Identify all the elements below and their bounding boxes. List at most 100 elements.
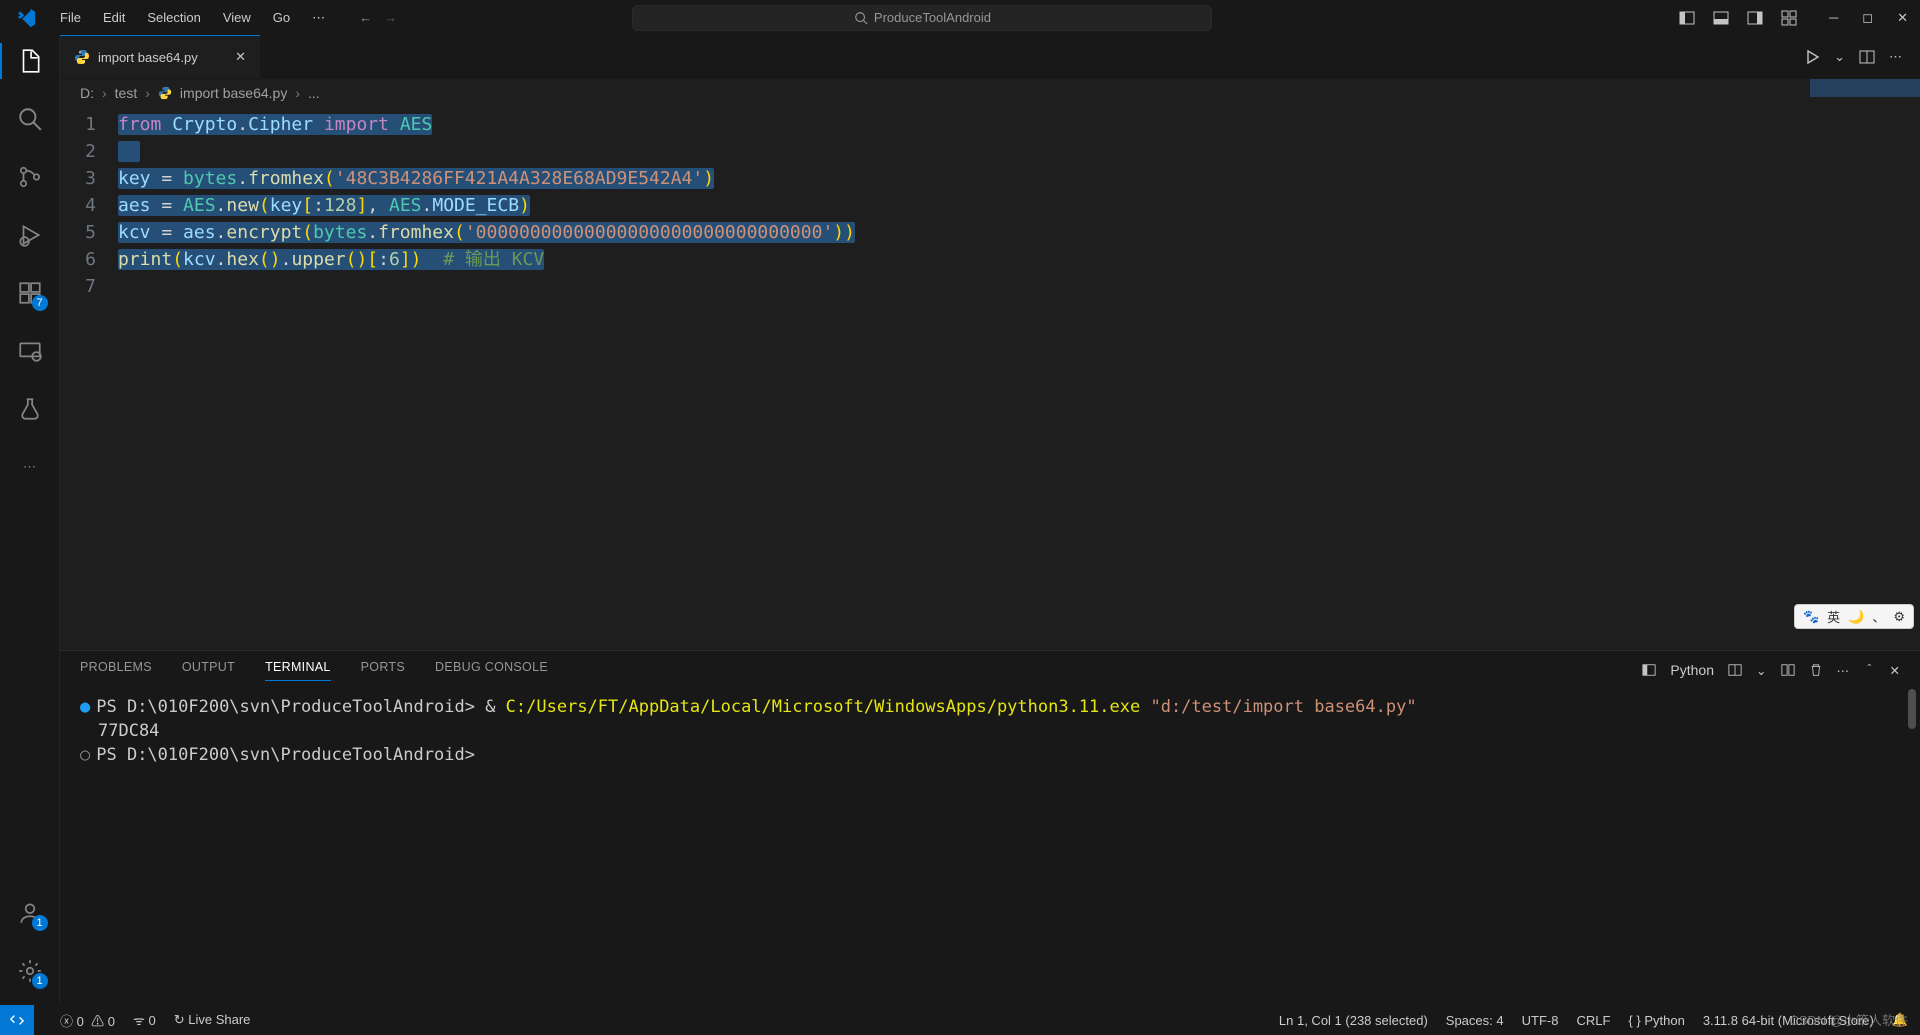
layout-sidebar-right-icon[interactable] [1747,10,1763,26]
activity-testing-icon[interactable] [14,393,46,425]
editor-tab[interactable]: import base64.py ✕ [60,35,260,78]
ime-toolbar[interactable]: 🐾 英 🌙 、 ⚙ [1794,604,1914,629]
error-icon: ⓧ [60,1014,73,1029]
status-eol[interactable]: CRLF [1576,1013,1610,1028]
activity-more-icon[interactable]: ⋯ [14,451,46,483]
terminal-line: ○PS D:\010F200\svn\ProduceToolAndroid> [80,743,1900,767]
panel-close-icon[interactable]: ✕ [1890,663,1900,678]
window-close-icon[interactable]: ✕ [1897,10,1908,26]
activity-explorer-icon[interactable] [14,45,46,77]
panel-tab-debug[interactable]: DEBUG CONSOLE [435,660,548,680]
ime-punct[interactable]: 、 [1872,607,1885,626]
menu-edit[interactable]: Edit [93,6,135,30]
tab-bar: import base64.py ✕ ⌄ ⋯ [60,35,1920,79]
python-file-icon [158,86,172,100]
command-center[interactable]: ProduceToolAndroid [632,5,1212,31]
kill-terminal-icon[interactable] [1809,663,1823,677]
editor-area: import base64.py ✕ ⌄ ⋯ D: › test › impor… [60,35,1920,1005]
panel-more-icon[interactable]: ⋯ [1837,663,1850,678]
ime-moon-icon[interactable]: 🌙 [1848,609,1864,625]
activity-extensions-icon[interactable]: 7 [14,277,46,309]
status-cursor[interactable]: Ln 1, Col 1 (238 selected) [1279,1013,1428,1028]
remote-indicator[interactable] [0,1005,34,1035]
accounts-badge: 1 [32,915,48,931]
layout-panel-icon[interactable] [1713,10,1729,26]
command-center-text: ProduceToolAndroid [874,10,991,25]
warning-icon: ⚠ [91,1014,104,1029]
activity-accounts-icon[interactable]: 1 [14,897,46,929]
customize-layout-icon[interactable] [1781,10,1797,26]
status-notifications-icon[interactable]: 🔔 [1892,1012,1908,1028]
titlebar-right: ─ ◻ ✕ [1679,10,1912,26]
new-terminal-icon[interactable] [1728,663,1742,677]
activity-debug-icon[interactable] [14,219,46,251]
menu-view[interactable]: View [213,6,261,30]
layout-sidebar-left-icon[interactable] [1679,10,1695,26]
panel-maximize-icon[interactable]: ＾ [1863,661,1876,680]
window-minimize-icon[interactable]: ─ [1829,10,1838,25]
bc-symbol[interactable]: ... [308,85,320,101]
terminal-dropdown-icon[interactable]: ⌄ [1756,663,1766,678]
menu-bar: File Edit Selection View Go ⋯ [50,6,335,30]
panel-tab-terminal[interactable]: TERMINAL [265,660,331,681]
bc-drive[interactable]: D: [80,85,94,101]
liveshare-icon: ↻ [174,1012,185,1027]
terminal-scrollbar[interactable] [1908,689,1916,729]
bc-folder[interactable]: test [115,85,138,101]
tab-close-icon[interactable]: ✕ [235,49,246,65]
vscode-logo-icon [14,6,38,30]
terminal-profile-icon[interactable] [1642,663,1656,677]
ime-lang[interactable]: 英 [1827,607,1840,626]
status-language[interactable]: { } Python [1628,1013,1684,1028]
activity-scm-icon[interactable] [14,161,46,193]
search-icon [854,11,868,25]
status-ports[interactable]: ᯤ 0 [133,1011,156,1029]
panel-tab-ports[interactable]: PORTS [361,660,405,680]
terminal-output: 77DC84 [80,719,1900,743]
extensions-badge: 7 [32,295,48,311]
nav-back-icon[interactable]: ← [359,10,372,25]
editor-actions: ⌄ ⋯ [1804,35,1920,78]
menu-selection[interactable]: Selection [137,6,210,30]
status-spaces[interactable]: Spaces: 4 [1446,1013,1504,1028]
minimap[interactable] [1810,79,1920,97]
code-content[interactable]: from Crypto.Cipher import AES key = byte… [118,111,1920,650]
status-problems[interactable]: ⓧ 0 ⚠ 0 [60,1011,115,1030]
paw-icon: 🐾 [1803,609,1819,625]
python-file-icon [74,49,90,65]
panel-tab-output[interactable]: OUTPUT [182,660,235,680]
ime-gear-icon[interactable]: ⚙ [1893,609,1905,625]
status-interpreter[interactable]: 3.11.8 64-bit (Microsoft Store) [1703,1013,1874,1028]
window-maximize-icon[interactable]: ◻ [1862,10,1873,26]
split-editor-icon[interactable] [1859,49,1875,65]
menu-go[interactable]: Go [263,6,300,30]
nav-forward-icon[interactable]: → [384,10,397,25]
run-icon[interactable] [1804,49,1820,65]
titlebar: File Edit Selection View Go ⋯ ← → Produc… [0,0,1920,35]
panel-tab-problems[interactable]: PROBLEMS [80,660,152,680]
chevron-right-icon: › [295,85,300,101]
activity-bar: 7 ⋯ 1 1 [0,35,60,1005]
terminal[interactable]: ●PS D:\010F200\svn\ProduceToolAndroid> &… [60,689,1920,1005]
bottom-panel: PROBLEMS OUTPUT TERMINAL PORTS DEBUG CON… [60,650,1920,1005]
braces-icon: { } [1628,1013,1640,1028]
menu-more-icon[interactable]: ⋯ [302,6,335,30]
code-editor[interactable]: 1234567 from Crypto.Cipher import AES ke… [60,107,1920,650]
activity-manage-icon[interactable]: 1 [14,955,46,987]
editor-more-icon[interactable]: ⋯ [1889,49,1902,65]
panel-tabs: PROBLEMS OUTPUT TERMINAL PORTS DEBUG CON… [60,651,1920,689]
radio-icon: ᯤ [133,1013,145,1028]
bc-file[interactable]: import base64.py [180,85,287,101]
terminal-profile-label: Python [1670,662,1714,678]
status-encoding[interactable]: UTF-8 [1522,1013,1559,1028]
split-terminal-icon[interactable] [1781,663,1795,677]
breadcrumbs[interactable]: D: › test › import base64.py › ... [60,79,1920,107]
terminal-line: ●PS D:\010F200\svn\ProduceToolAndroid> &… [80,695,1900,719]
activity-search-icon[interactable] [14,103,46,135]
menu-file[interactable]: File [50,6,91,30]
status-liveshare[interactable]: ↻ Live Share [174,1012,251,1028]
manage-badge: 1 [32,973,48,989]
status-bar: ⓧ 0 ⚠ 0 ᯤ 0 ↻ Live Share Ln 1, Col 1 (23… [0,1005,1920,1035]
activity-remote-icon[interactable] [14,335,46,367]
run-dropdown-icon[interactable]: ⌄ [1834,49,1845,65]
